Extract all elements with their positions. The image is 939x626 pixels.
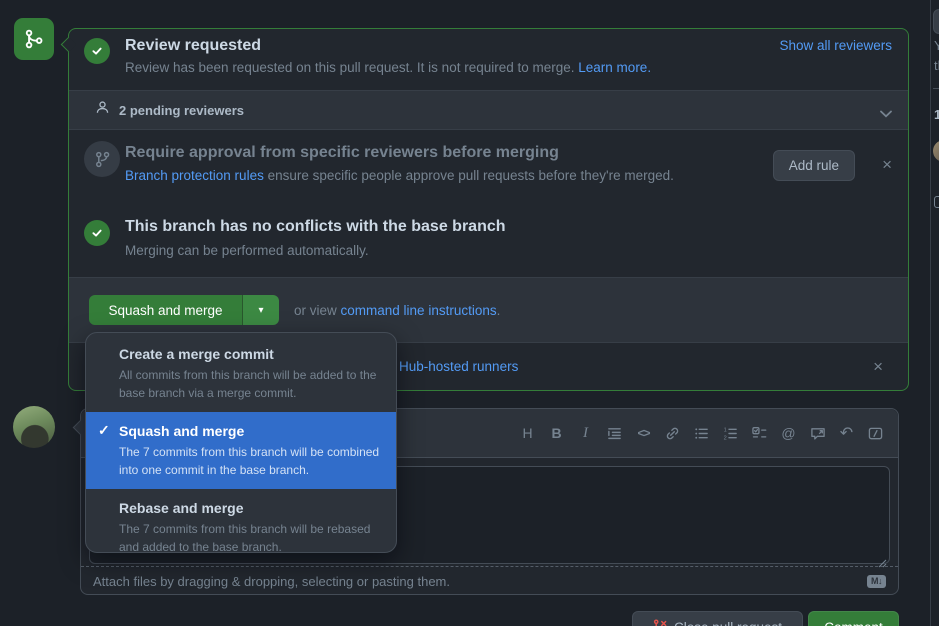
cli-instructions-link[interactable]: command line instructions xyxy=(341,303,497,318)
heading-icon[interactable]: H xyxy=(513,422,542,444)
sidebar-text-fragment: th xyxy=(934,58,939,73)
pending-reviewers-label: 2 pending reviewers xyxy=(119,103,244,118)
branch-protection-rules-link[interactable]: Branch protection rules xyxy=(125,168,264,183)
attach-files-row[interactable]: Attach files by dragging & dropping, sel… xyxy=(81,566,898,595)
task-list-icon[interactable] xyxy=(745,422,774,444)
reviewer-avatar xyxy=(933,140,939,162)
reply-icon[interactable]: ↶ xyxy=(832,422,861,444)
menu-item-squash-and-merge[interactable]: ✓ Squash and merge The 7 commits from th… xyxy=(86,412,396,489)
sidebar-icon-fragment xyxy=(934,196,939,208)
chevron-down-icon[interactable] xyxy=(880,105,892,123)
merge-options-caret[interactable]: ▾ xyxy=(242,295,279,325)
no-conflicts-section: This branch has no conflicts with the ba… xyxy=(69,202,908,277)
pr-merge-screen: Review requested Review has been request… xyxy=(0,0,939,626)
ordered-list-icon[interactable]: 12 xyxy=(716,422,745,444)
pending-reviewers-row[interactable]: 2 pending reviewers xyxy=(69,90,908,130)
review-requested-section: Review requested Review has been request… xyxy=(69,29,908,90)
hosted-runners-link[interactable]: Hub-hosted runners xyxy=(399,359,518,374)
italic-icon[interactable]: I xyxy=(571,422,600,444)
merge-method-dropdown: Create a merge commit All commits from t… xyxy=(85,332,397,553)
squash-and-merge-button[interactable]: Squash and merge xyxy=(89,295,242,325)
unordered-list-icon[interactable] xyxy=(687,422,716,444)
quote-icon[interactable] xyxy=(600,422,629,444)
cross-reference-icon[interactable] xyxy=(803,422,832,444)
svg-text:2: 2 xyxy=(724,435,727,440)
dismiss-protection-icon[interactable]: × xyxy=(882,156,892,173)
check-icon: ✓ xyxy=(98,422,110,439)
saved-replies-icon[interactable] xyxy=(861,422,890,444)
branch-protection-section: Require approval from specific reviewers… xyxy=(69,130,908,202)
dismiss-notice-icon[interactable]: × xyxy=(873,358,883,375)
review-requested-title: Review requested xyxy=(125,37,261,55)
person-icon xyxy=(95,100,110,120)
user-avatar xyxy=(13,406,55,448)
check-circle-icon xyxy=(84,220,110,246)
cli-hint-text: or view command line instructions. xyxy=(294,303,500,318)
closed-pr-icon xyxy=(653,619,667,626)
sidebar-count-fragment: 1 xyxy=(934,107,939,122)
markdown-icon: M↓ xyxy=(867,575,886,588)
mention-icon[interactable]: @ xyxy=(774,422,803,444)
git-merge-timeline-icon xyxy=(14,18,54,60)
close-pull-request-button[interactable]: Close pull request xyxy=(632,611,803,626)
menu-item-create-merge-commit[interactable]: Create a merge commit All commits from t… xyxy=(86,335,396,412)
branch-protection-title: Require approval from specific reviewers… xyxy=(125,144,559,162)
right-sidebar-sliver: Y th 1 xyxy=(930,0,939,626)
attach-files-hint: Attach files by dragging & dropping, sel… xyxy=(93,574,450,589)
no-conflicts-title: This branch has no conflicts with the ba… xyxy=(125,218,506,236)
show-all-reviewers-link[interactable]: Show all reviewers xyxy=(779,38,892,53)
sidebar-button-fragment[interactable] xyxy=(933,9,939,34)
review-requested-description: Review has been requested on this pull r… xyxy=(125,60,651,75)
git-branch-icon xyxy=(84,141,120,177)
learn-more-link[interactable]: Learn more. xyxy=(578,60,651,75)
bold-icon[interactable]: B xyxy=(542,422,571,444)
merge-button-group: Squash and merge ▾ xyxy=(89,295,279,325)
svg-text:1: 1 xyxy=(724,427,727,433)
add-rule-button[interactable]: Add rule xyxy=(773,150,855,181)
check-circle-icon xyxy=(84,38,110,64)
no-conflicts-description: Merging can be performed automatically. xyxy=(125,243,369,258)
menu-item-rebase-and-merge[interactable]: Rebase and merge The 7 commits from this… xyxy=(86,489,396,553)
link-icon[interactable] xyxy=(658,422,687,444)
branch-protection-description: Branch protection rules ensure specific … xyxy=(125,168,674,183)
comment-button[interactable]: Comment xyxy=(808,611,899,626)
sidebar-text-fragment: Y xyxy=(934,38,939,53)
code-icon[interactable]: <> xyxy=(629,422,658,444)
sidebar-divider xyxy=(933,88,939,89)
